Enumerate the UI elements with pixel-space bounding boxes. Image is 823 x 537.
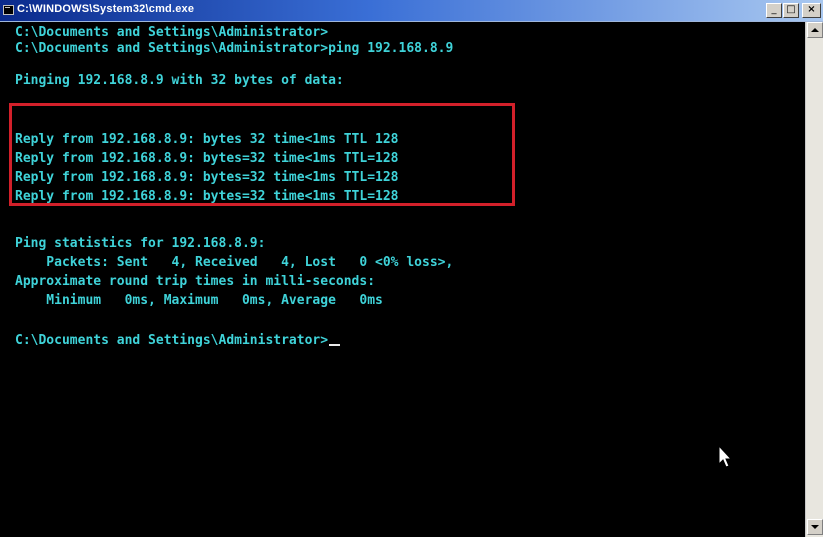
maximize-button[interactable]: □ [783, 3, 799, 18]
scroll-up-button[interactable] [807, 22, 823, 38]
arrow-down-icon [811, 525, 819, 529]
console-prompt-line[interactable]: C:\Documents and Settings\Administrator> [15, 333, 341, 349]
console-line: Pinging 192.168.8.9 with 32 bytes of dat… [15, 73, 344, 88]
console-line: Packets: Sent 4, Received 4, Lost 0 <0% … [15, 255, 454, 270]
vertical-scrollbar[interactable] [805, 22, 823, 537]
arrow-up-icon [811, 28, 819, 32]
console-line: C:\Documents and Settings\Administrator> [15, 25, 329, 40]
reply-highlight-box [9, 103, 515, 206]
console-line: Approximate round trip times in milli-se… [15, 274, 376, 289]
console-line: Minimum 0ms, Maximum 0ms, Average 0ms [15, 293, 383, 308]
console-output[interactable]: C:\Documents and Settings\Administrator>… [0, 22, 805, 537]
text-cursor [329, 344, 341, 346]
mouse-pointer-icon [718, 445, 733, 468]
prompt-text: C:\Documents and Settings\Administrator> [15, 333, 329, 348]
scroll-down-button[interactable] [807, 519, 823, 535]
console-line: C:\Documents and Settings\Administrator>… [15, 41, 454, 56]
minimize-button[interactable]: _ [766, 3, 782, 18]
command-prompt-window: C:\WINDOWS\System32\cmd.exe _ □ × C:\Doc… [0, 0, 823, 537]
title-bar[interactable]: C:\WINDOWS\System32\cmd.exe _ □ × [0, 0, 823, 22]
console-line: Ping statistics for 192.168.8.9: [15, 236, 266, 251]
window-title: C:\WINDOWS\System32\cmd.exe [17, 3, 195, 15]
cmd-icon [3, 5, 14, 15]
close-button[interactable]: × [802, 3, 821, 18]
